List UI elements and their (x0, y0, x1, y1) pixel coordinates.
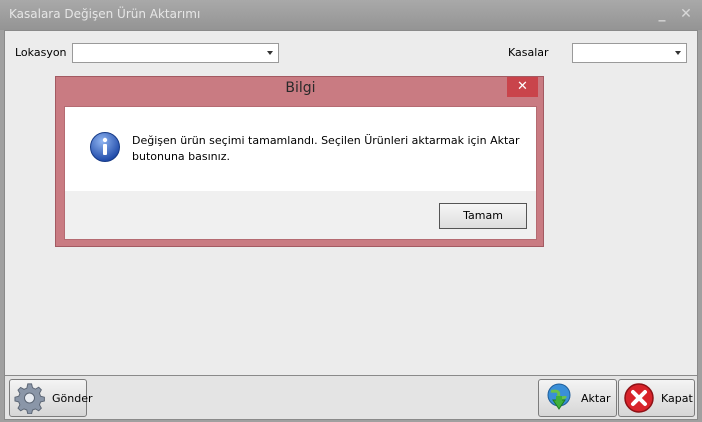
dialog-message-line1: Değişen ürün seçimi tamamlandı. Seçilen … (132, 134, 520, 147)
kapat-label: Kapat (661, 391, 693, 405)
bottom-toolbar: Gönder Aktar Kapat (4, 376, 698, 420)
minimize-button[interactable]: _ (654, 6, 670, 22)
window-title: Kasalara Değişen Ürün Aktarımı (9, 7, 201, 21)
dialog-message-area: Değişen ürün seçimi tamamlandı. Seçilen … (65, 107, 536, 191)
kasalar-label: Kasalar (508, 46, 549, 59)
gonder-label: Gönder (52, 391, 93, 405)
dialog-message-line2: butonuna basınız. (132, 150, 230, 163)
chevron-down-icon (675, 51, 681, 55)
gear-icon (14, 383, 45, 414)
globe-download-icon (547, 383, 571, 410)
title-bar[interactable]: Kasalara Değişen Ürün Aktarımı _ ✕ (0, 0, 702, 30)
close-window-button[interactable]: ✕ (678, 6, 694, 22)
close-circle-icon (624, 383, 654, 413)
lokasyon-combo[interactable] (72, 43, 279, 63)
dialog-title: Bilgi (285, 80, 316, 96)
info-dialog: Bilgi ✕ Değişen ürün seçimi tamamlandı. … (55, 76, 544, 247)
kasalar-combo[interactable] (572, 43, 687, 63)
lokasyon-label: Lokasyon (15, 46, 67, 59)
tamam-button[interactable]: Tamam (439, 203, 527, 229)
chevron-down-icon (267, 51, 273, 55)
dialog-close-button[interactable]: ✕ (507, 77, 538, 97)
aktar-button[interactable]: Aktar (538, 379, 617, 417)
gonder-button[interactable]: Gönder (9, 379, 93, 417)
kapat-button[interactable]: Kapat (618, 379, 695, 417)
dialog-body: Değişen ürün seçimi tamamlandı. Seçilen … (64, 106, 537, 240)
aktar-label: Aktar (581, 391, 611, 405)
info-icon (90, 132, 120, 162)
dialog-message: Değişen ürün seçimi tamamlandı. Seçilen … (132, 133, 522, 165)
